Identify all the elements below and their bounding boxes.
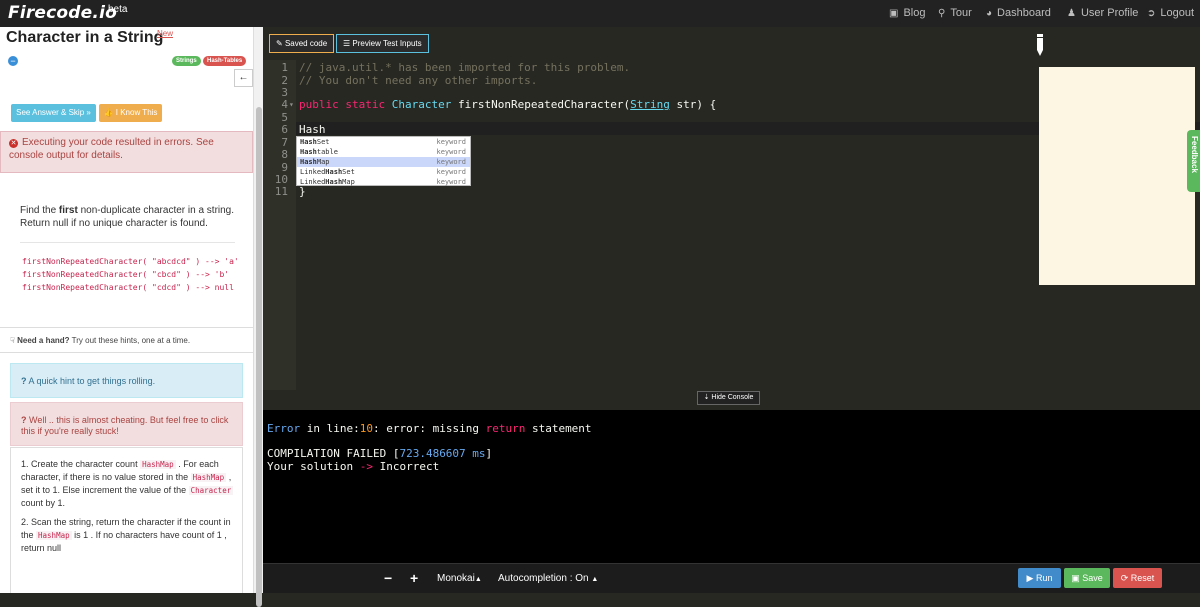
example-3: firstNonRepeatedCharacter( "cdcd" ) --> … bbox=[22, 283, 234, 292]
map-marker-icon: ⚲ bbox=[938, 8, 946, 19]
caret-up-icon: ▲ bbox=[591, 576, 599, 583]
run-button[interactable]: ▶ Run bbox=[1018, 568, 1061, 588]
autocomplete-item-selected[interactable]: HashMap keyword bbox=[297, 157, 470, 167]
list-icon: ☰ bbox=[343, 39, 351, 48]
autocompletion-dropdown[interactable]: Autocompletion : On ▲ bbox=[498, 573, 598, 584]
left-scrollbar[interactable] bbox=[253, 27, 263, 607]
code-line-1[interactable]: // java.util.* has been imported for thi… bbox=[299, 61, 630, 74]
dashboard-icon: ◕ bbox=[986, 8, 993, 19]
play-icon: ▶ bbox=[1026, 573, 1034, 583]
autocomplete-item[interactable]: LinkedHashSet keyword bbox=[297, 167, 470, 177]
theme-dropdown[interactable]: Monokai▲ bbox=[437, 573, 482, 584]
hand-icon: ☟ bbox=[10, 336, 15, 345]
beta-label: beta bbox=[108, 4, 128, 15]
autocomplete-item[interactable]: Hashtable keyword bbox=[297, 147, 470, 157]
pencil-icon[interactable] bbox=[1036, 34, 1044, 56]
caret-up-icon: ▲ bbox=[474, 576, 482, 583]
divider bbox=[20, 242, 235, 243]
reset-button[interactable]: ⟳ Reset bbox=[1113, 568, 1162, 588]
i-know-this-button[interactable]: 👍 I Know This bbox=[99, 104, 162, 122]
feedback-label: Feedback bbox=[1190, 136, 1199, 173]
line-number: 6 bbox=[281, 123, 288, 136]
nav-dashboard[interactable]: ◕ Dashboard bbox=[986, 7, 1051, 19]
hide-console-button[interactable]: ⇣ Hide Console bbox=[697, 391, 760, 405]
example-1: firstNonRepeatedCharacter( "abcdcd" ) --… bbox=[22, 257, 239, 266]
console-solution-line: Your solution -> Incorrect bbox=[267, 460, 440, 473]
floppy-icon: ▣ bbox=[1071, 573, 1080, 583]
font-increase-button[interactable]: + bbox=[410, 570, 418, 586]
nav-blog[interactable]: ▣ Blog bbox=[889, 7, 925, 19]
refresh-icon: ⟳ bbox=[1120, 573, 1129, 583]
code-line-4[interactable]: public static Character firstNonRepeated… bbox=[299, 98, 716, 111]
collapse-icon[interactable]: − bbox=[8, 56, 18, 66]
font-decrease-button[interactable]: − bbox=[384, 570, 392, 586]
console-error-line: Error in line:10: error: missing return … bbox=[267, 422, 592, 435]
autocomplete-popup: HashSet keyword Hashtable keyword HashMap k… bbox=[296, 136, 471, 186]
editor-toolbar: ✎ Saved code ☰ Preview Test Inputs bbox=[263, 27, 1200, 60]
preview-test-inputs-button[interactable]: ☰ Preview Test Inputs bbox=[336, 34, 429, 53]
problem-description: Find the first non-duplicate character i… bbox=[20, 205, 235, 229]
rss-icon: ▣ bbox=[889, 8, 899, 19]
nav-logout[interactable]: ➲ Logout bbox=[1147, 7, 1194, 19]
autocomplete-item[interactable]: LinkedHashMap keyword bbox=[297, 177, 470, 187]
problem-panel: Character in a String New − Strings Hash… bbox=[0, 27, 263, 593]
line-number: 1 bbox=[281, 61, 288, 74]
new-badge[interactable]: New bbox=[157, 29, 173, 38]
saved-code-button[interactable]: ✎ Saved code bbox=[269, 34, 335, 53]
see-answer-button[interactable]: See Answer & Skip » bbox=[11, 104, 96, 122]
top-navbar: Firecode.io beta ▣ Blog ⚲ Tour ◕ Dashboard … bbox=[0, 0, 1200, 27]
arrow-down-icon: ⇣ bbox=[703, 394, 710, 401]
nav-tour[interactable]: ⚲ Tour bbox=[938, 7, 972, 19]
code-line-2[interactable]: // You don't need any other imports. bbox=[299, 74, 537, 87]
thumbs-up-icon: 👍 bbox=[103, 108, 114, 117]
line-number: 11 bbox=[274, 185, 288, 198]
tag-hash-tables[interactable]: Hash-Tables bbox=[203, 56, 247, 66]
code-line-6[interactable]: Hash bbox=[299, 123, 326, 136]
hint-steps: 1. Create the character count HashMap . … bbox=[10, 447, 243, 593]
fast-forward-icon: » bbox=[86, 108, 91, 117]
hint-cheat[interactable]: ? Well .. this is almost cheating. But f… bbox=[10, 402, 243, 446]
need-a-hand-bar: ☟ Need a hand? Try out these hints, one … bbox=[0, 327, 253, 353]
logout-icon: ➲ bbox=[1147, 8, 1156, 19]
preview-panel bbox=[1039, 67, 1195, 285]
problem-title: Character in a String bbox=[6, 29, 164, 46]
logo[interactable]: Firecode.io bbox=[8, 3, 117, 23]
nav-user-profile[interactable]: ♟ User Profile bbox=[1067, 7, 1138, 19]
line-number: 8 bbox=[281, 148, 288, 161]
line-number: 4 bbox=[281, 98, 288, 111]
scrollbar-thumb[interactable] bbox=[256, 107, 262, 607]
tag-strings[interactable]: Strings bbox=[172, 56, 201, 66]
collapse-panel-button[interactable]: ← bbox=[234, 69, 253, 87]
user-icon: ♟ bbox=[1067, 8, 1076, 19]
console-compile-line: COMPILATION FAILED [723.486607 ms] bbox=[267, 447, 493, 460]
error-icon: ✕ bbox=[9, 139, 18, 148]
hint-step-1: 1. Create the character count HashMap . … bbox=[21, 459, 234, 508]
arrow-left-icon: ← bbox=[238, 72, 249, 83]
edit-icon: ✎ bbox=[276, 39, 283, 48]
autocomplete-item[interactable]: HashSet keyword bbox=[297, 137, 470, 147]
error-alert: ✕ Executing your code resulted in errors.… bbox=[0, 131, 253, 173]
fold-arrow-icon[interactable]: ▾ bbox=[289, 100, 294, 109]
hint-quick[interactable]: ? A quick hint to get things rolling. bbox=[10, 363, 243, 398]
example-2: firstNonRepeatedCharacter( "cbcd" ) --> … bbox=[22, 270, 230, 279]
save-button[interactable]: ▣ Save bbox=[1064, 568, 1110, 588]
hint-step-2: 2. Scan the string, return the character… bbox=[21, 517, 231, 553]
